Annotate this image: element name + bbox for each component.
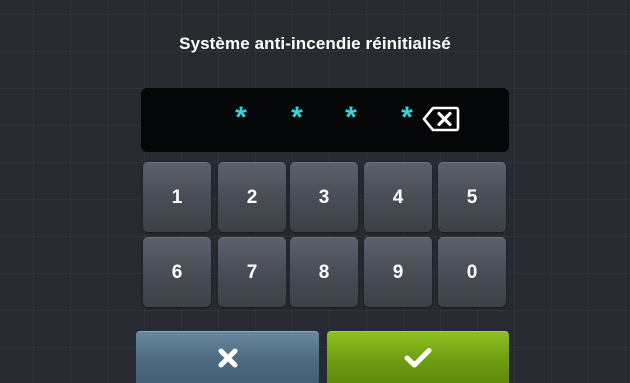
key-7[interactable]: 7 xyxy=(218,237,286,307)
backspace-icon xyxy=(422,106,460,132)
key-8[interactable]: 8 xyxy=(290,237,358,307)
checkmark-icon xyxy=(404,347,432,367)
key-1[interactable]: 1 xyxy=(143,162,211,232)
key-4[interactable]: 4 xyxy=(364,162,432,232)
close-icon xyxy=(218,348,237,367)
backspace-button[interactable] xyxy=(422,105,460,133)
confirm-button[interactable] xyxy=(327,331,509,383)
pin-digit: * xyxy=(345,101,357,134)
cancel-button[interactable] xyxy=(136,331,319,383)
screen-background: Système anti-incendie réinitialisé * * *… xyxy=(0,0,630,383)
key-0[interactable]: 0 xyxy=(438,237,506,307)
pin-digit: * xyxy=(235,101,247,134)
key-9[interactable]: 9 xyxy=(364,237,432,307)
key-2[interactable]: 2 xyxy=(218,162,286,232)
pin-digit: * xyxy=(291,101,303,134)
dialog-title: Système anti-incendie réinitialisé xyxy=(179,34,451,53)
key-3[interactable]: 3 xyxy=(290,162,358,232)
pin-display: * * * * xyxy=(141,88,509,152)
key-5[interactable]: 5 xyxy=(438,162,506,232)
pin-digit: * xyxy=(401,101,413,134)
key-6[interactable]: 6 xyxy=(143,237,211,307)
